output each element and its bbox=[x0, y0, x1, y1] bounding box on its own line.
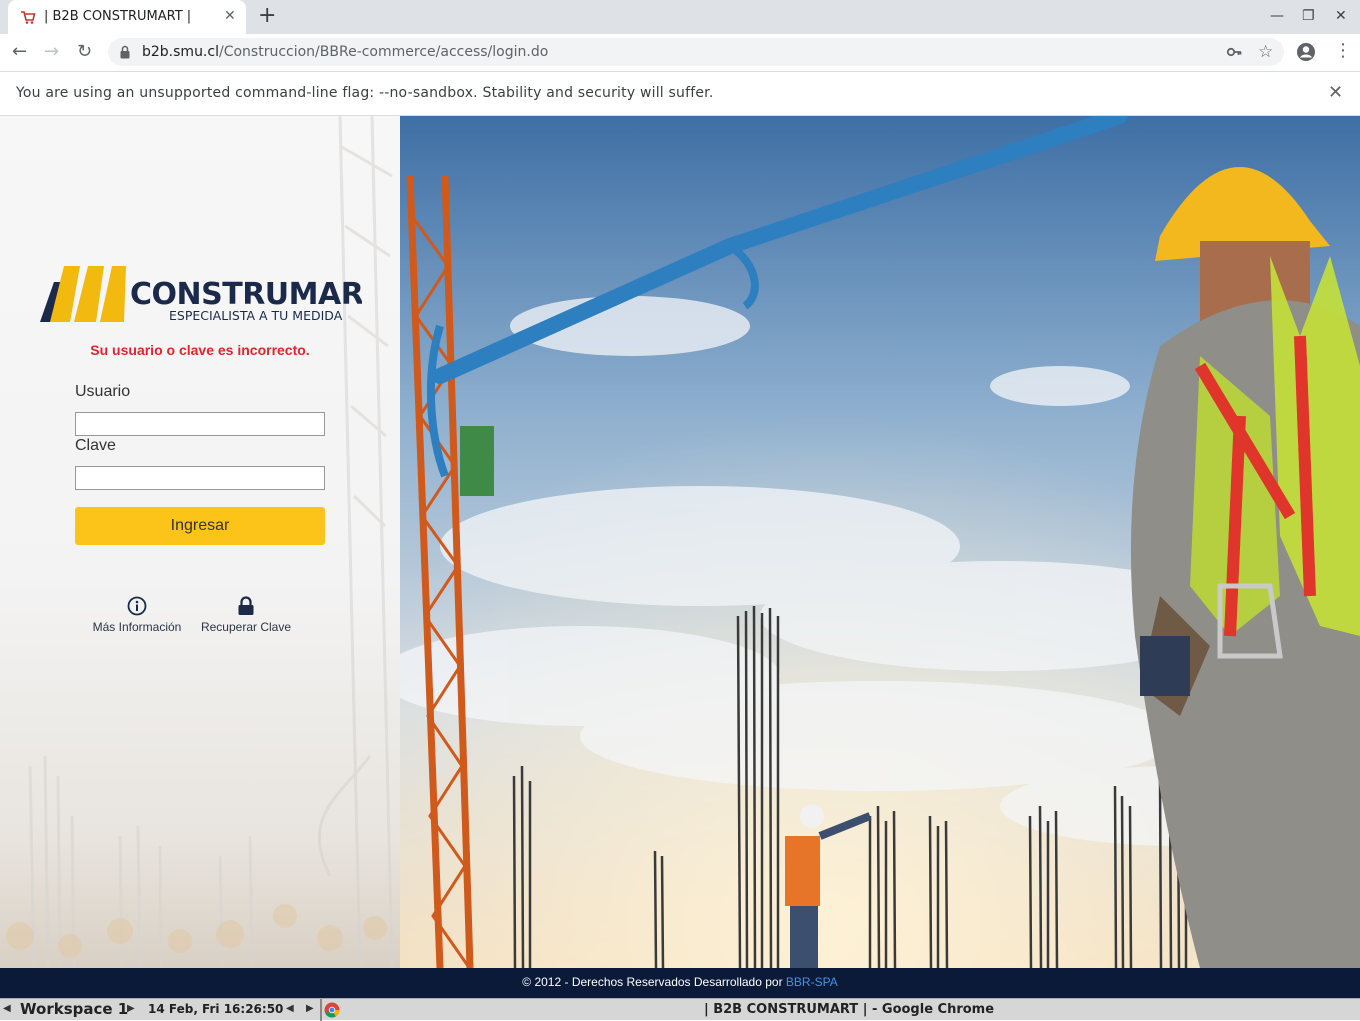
infobar-message: You are using an unsupported command-lin… bbox=[16, 85, 714, 101]
username-label: Usuario bbox=[75, 383, 131, 400]
profile-avatar-icon[interactable] bbox=[1296, 42, 1316, 62]
login-error-message: Su usuario o clave es incorrecto. bbox=[90, 342, 310, 358]
tab-close-icon[interactable]: ✕ bbox=[224, 8, 236, 24]
address-bar[interactable]: b2b.smu.cl/Construccion/BBRe-commerce/ac… bbox=[108, 38, 1284, 66]
workspace-label[interactable]: Workspace 1 bbox=[20, 1000, 128, 1018]
more-info-link[interactable]: Más Información bbox=[82, 596, 192, 634]
browser-toolbar: ← → ↻ b2b.smu.cl/Construccion/BBRe-comme… bbox=[0, 34, 1360, 72]
password-input[interactable] bbox=[75, 466, 325, 490]
infobar-close-icon[interactable]: ✕ bbox=[1328, 83, 1343, 103]
login-page: CONSTRUMART ESPECIALISTA A TU MEDIDA Su … bbox=[0, 116, 1360, 968]
forward-button[interactable]: → bbox=[44, 41, 59, 63]
recover-password-link[interactable]: Recuperar Clave bbox=[191, 596, 301, 634]
password-label: Clave bbox=[75, 437, 116, 454]
key-icon[interactable] bbox=[1226, 44, 1242, 60]
login-panel: CONSTRUMART ESPECIALISTA A TU MEDIDA Su … bbox=[0, 116, 400, 968]
footer-copyright: © 2012 - Derechos Reservados Desarrollad… bbox=[522, 975, 786, 989]
page-footer: © 2012 - Derechos Reservados Desarrollad… bbox=[0, 968, 1360, 998]
login-submit-button[interactable]: Ingresar bbox=[75, 507, 325, 545]
workspace-next-icon[interactable]: ▶ bbox=[127, 1003, 135, 1014]
username-input[interactable] bbox=[75, 412, 325, 436]
url-text: b2b.smu.cl/Construccion/BBRe-commerce/ac… bbox=[142, 44, 548, 60]
os-taskbar: ◀ Workspace 1 ▶ 14 Feb, Fri 16:26:50 ◀ ▶… bbox=[0, 998, 1360, 1021]
workspace-prev-icon[interactable]: ◀ bbox=[3, 1003, 11, 1014]
lock-icon bbox=[120, 45, 130, 59]
window-close-icon[interactable]: ✕ bbox=[1335, 8, 1347, 24]
chrome-icon bbox=[324, 1002, 340, 1018]
cart-favicon-icon bbox=[21, 11, 36, 24]
bookmark-star-icon[interactable]: ☆ bbox=[1258, 42, 1273, 62]
construmart-logo: CONSTRUMART ESPECIALISTA A TU MEDIDA bbox=[40, 266, 362, 323]
browser-menu-icon[interactable]: ⋮ bbox=[1334, 40, 1352, 62]
taskbar-separator bbox=[320, 999, 322, 1021]
maximize-icon[interactable]: ❐ bbox=[1302, 8, 1315, 24]
lock-icon bbox=[238, 596, 254, 615]
minimize-icon[interactable]: — bbox=[1270, 8, 1284, 24]
browser-tab-strip: | B2B CONSTRUMART | ✕ + — ❐ ✕ bbox=[0, 0, 1360, 34]
construction-hero-image bbox=[400, 116, 1360, 968]
logo-tagline: ESPECIALISTA A TU MEDIDA bbox=[169, 308, 343, 323]
recover-password-label: Recuperar Clave bbox=[200, 620, 292, 634]
logo-wordmark: CONSTRUMART bbox=[130, 277, 362, 312]
reload-button[interactable]: ↻ bbox=[77, 41, 92, 63]
browser-tab[interactable]: | B2B CONSTRUMART | ✕ bbox=[8, 0, 246, 34]
info-icon bbox=[127, 596, 147, 616]
taskbar-prev-icon[interactable]: ◀ bbox=[286, 1003, 294, 1014]
taskbar-clock: 14 Feb, Fri 16:26:50 bbox=[148, 1002, 284, 1016]
more-info-label: Más Información bbox=[92, 620, 182, 634]
url-host: b2b.smu.cl bbox=[142, 44, 219, 60]
taskbar-next-icon[interactable]: ▶ bbox=[306, 1003, 314, 1014]
taskbar-window-title[interactable]: | B2B CONSTRUMART | - Google Chrome bbox=[344, 1002, 1354, 1017]
tab-title: | B2B CONSTRUMART | bbox=[44, 9, 192, 24]
footer-developer-link[interactable]: BBR-SPA bbox=[786, 975, 838, 989]
url-path: /Construccion/BBRe-commerce/access/login… bbox=[218, 44, 549, 60]
back-button[interactable]: ← bbox=[12, 41, 27, 63]
new-tab-button[interactable]: + bbox=[258, 4, 276, 28]
footer-text: © 2012 - Derechos Reservados Desarrollad… bbox=[0, 975, 1360, 989]
warning-infobar: You are using an unsupported command-lin… bbox=[0, 72, 1360, 116]
